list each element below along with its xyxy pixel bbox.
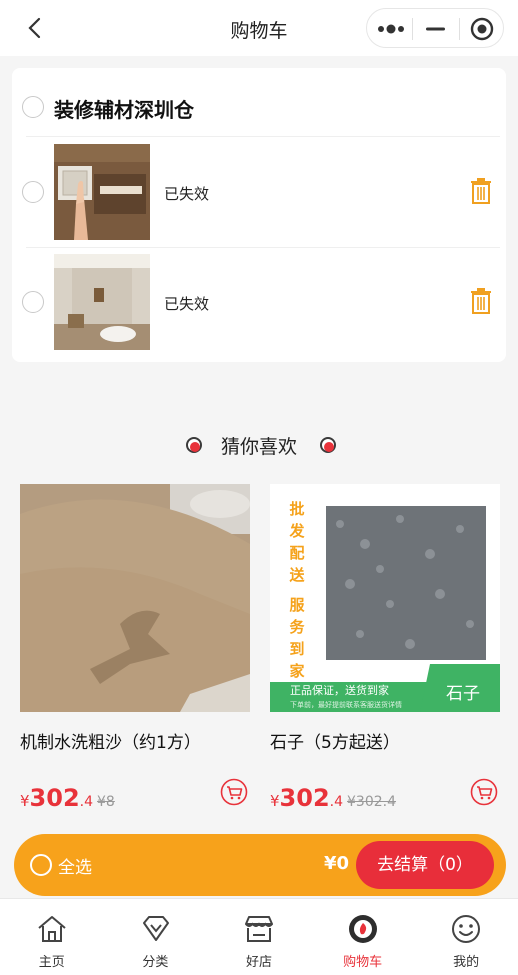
- tab-category[interactable]: 分类: [104, 899, 208, 975]
- product-price: ¥302.4 ¥8: [20, 784, 115, 812]
- store-name: 装修辅材深圳仓: [54, 98, 194, 122]
- svg-text:批: 批: [289, 500, 304, 518]
- item-select-radio[interactable]: [22, 291, 44, 313]
- target-close-icon[interactable]: [460, 9, 505, 49]
- svg-text:家: 家: [289, 662, 304, 680]
- svg-text:下单前，最好提前联系客服送货详情: 下单前，最好提前联系客服送货详情: [290, 700, 402, 709]
- checkout-button[interactable]: 去结算（0）: [356, 841, 494, 889]
- item-select-radio[interactable]: [22, 181, 44, 203]
- total-amount: ¥0: [324, 853, 350, 874]
- trash-icon[interactable]: [470, 178, 492, 204]
- select-all-label[interactable]: 全选: [58, 853, 92, 878]
- product-name[interactable]: 石子（5方起送）: [270, 728, 400, 753]
- tab-store[interactable]: 好店: [207, 899, 311, 975]
- svg-text:发: 发: [288, 522, 305, 540]
- item-thumbnail[interactable]: [54, 144, 150, 240]
- product-image[interactable]: [20, 484, 250, 712]
- diamond-category-icon: [142, 916, 169, 941]
- add-to-cart-icon[interactable]: [220, 778, 248, 806]
- tab-cart[interactable]: 购物车: [311, 899, 415, 975]
- recommend-title: 猜你喜欢: [220, 436, 297, 458]
- svg-text:石子: 石子: [446, 684, 480, 704]
- cart-store-card: 装修辅材深圳仓 已失效 已失效: [12, 68, 506, 362]
- select-all-radio[interactable]: [30, 854, 52, 876]
- tab-profile[interactable]: 我的: [414, 899, 518, 975]
- tab-bar: 主页 分类 好店 购物车 我的: [0, 898, 518, 975]
- navigation-bar: 购物车: [0, 0, 518, 56]
- store-icon: [245, 916, 274, 942]
- item-thumbnail[interactable]: [54, 254, 150, 350]
- product-card[interactable]: 批 发 配 送 服 务 到 家 正品保证，送货到家 下单前，最好提前联系客服送货…: [270, 484, 500, 824]
- product-price: ¥302.4 ¥302.4: [270, 784, 397, 812]
- original-price: ¥302.4: [347, 794, 397, 810]
- more-dots-icon[interactable]: [367, 9, 412, 49]
- tab-home[interactable]: 主页: [0, 899, 104, 975]
- cart-active-icon: [348, 915, 377, 943]
- store-select-radio[interactable]: [22, 96, 44, 118]
- mini-program-capsule: [366, 8, 504, 48]
- svg-text:服: 服: [289, 596, 305, 614]
- svg-text:送: 送: [288, 566, 305, 584]
- svg-text:正品保证，送货到家: 正品保证，送货到家: [290, 683, 389, 697]
- add-to-cart-icon[interactable]: [470, 778, 498, 806]
- original-price: ¥8: [97, 794, 115, 810]
- minimize-icon[interactable]: [413, 9, 458, 49]
- svg-text:配: 配: [289, 544, 304, 562]
- item-status: 已失效: [164, 185, 210, 203]
- svg-text:务: 务: [289, 618, 305, 636]
- checkout-bar: 全选 ¥0 去结算（0）: [14, 834, 506, 896]
- product-image[interactable]: 批 发 配 送 服 务 到 家 正品保证，送货到家 下单前，最好提前联系客服送货…: [270, 484, 500, 712]
- item-status: 已失效: [164, 295, 210, 313]
- home-icon: [38, 916, 66, 942]
- trash-icon[interactable]: [470, 288, 492, 314]
- svg-text:到: 到: [289, 640, 304, 658]
- decor-dot-icon: [320, 437, 336, 453]
- product-name[interactable]: 机制水洗粗沙（约1方）: [20, 728, 201, 753]
- smiley-profile-icon: [452, 915, 481, 943]
- product-card[interactable]: 机制水洗粗沙（约1方） ¥302.4 ¥8: [20, 484, 250, 824]
